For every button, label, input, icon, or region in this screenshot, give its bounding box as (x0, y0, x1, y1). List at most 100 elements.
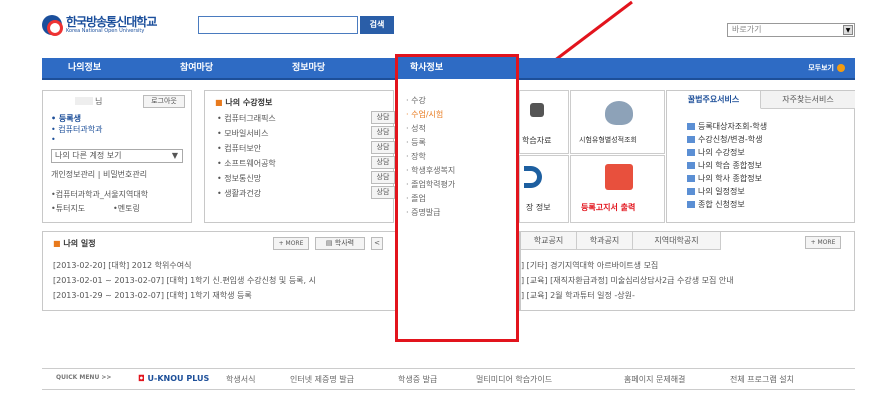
tab-region-notice[interactable]: 지역대학공지 (633, 232, 721, 250)
quick-link[interactable]: 학생증 발급 (398, 374, 437, 385)
quick-link[interactable]: 인터넷 제증명 발급 (290, 374, 354, 385)
service-item[interactable]: 등록대상자조회-학생 (687, 121, 767, 132)
service-item[interactable]: 종합 신청정보 (687, 199, 745, 210)
nav-participation[interactable]: 참여마당 (180, 58, 213, 80)
menu-label: 학생후생복지 (411, 166, 456, 175)
square-icon (687, 201, 695, 208)
service-item[interactable]: 나의 일정정보 (687, 186, 745, 197)
bullet-icon: ■ (215, 98, 223, 107)
tile-print-bill[interactable]: 등록고지서 출력 (570, 155, 665, 223)
menu-item-welfare[interactable]: · 학생후생복지 (406, 165, 455, 176)
square-icon (687, 162, 695, 169)
user-name-masked (75, 97, 93, 105)
counsel-button[interactable]: 상담 (371, 126, 395, 139)
course-item[interactable]: • 컴퓨터그래픽스 (217, 113, 276, 124)
schedule-title-label: 나의 일정 (63, 239, 96, 248)
menu-item-graduation[interactable]: · 졸업 (406, 193, 426, 204)
nav-info[interactable]: 정보마당 (292, 58, 325, 80)
menu-label: 성적 (411, 124, 426, 133)
user-name-suffix: 님 (95, 97, 103, 106)
academic-calendar-button[interactable]: ▤ 학사력 (315, 237, 365, 250)
counsel-button[interactable]: 상담 (371, 171, 395, 184)
tab-main-services[interactable]: 꿀법주요서비스 (667, 91, 761, 109)
course-name: 소프트웨어공학 (224, 159, 276, 168)
dropdown-arrow-icon: ▼ (171, 151, 178, 160)
quick-link[interactable]: 전체 프로그램 설치 (730, 374, 794, 385)
quick-link[interactable]: 홈페이지 문제해결 (624, 374, 685, 385)
tutor-label: 튜터지도 (55, 204, 86, 213)
notice-more-button[interactable]: + MORE (805, 236, 841, 249)
menu-item-certificates[interactable]: · 증명발급 (406, 207, 441, 218)
notice-item[interactable]: ] [기타] 경기지역대학 아르바이트생 모집 (521, 260, 658, 271)
course-item[interactable]: • 컴퓨터보안 (217, 143, 261, 154)
menu-item-enrollment[interactable]: · 수강 (406, 95, 426, 106)
schedule-more-button[interactable]: + MORE (273, 237, 309, 250)
nav-academic-info[interactable]: 학사정보 (398, 57, 516, 79)
counsel-button[interactable]: 상담 (371, 156, 395, 169)
goto-label: 바로가기 (732, 25, 762, 34)
service-item[interactable]: 나의 수강정보 (687, 147, 745, 158)
password-link[interactable]: 비밀번호관리 (103, 170, 147, 179)
service-item[interactable]: 나의 학습 종합정보 (687, 160, 762, 171)
tab-school-notice[interactable]: 학교공지 (521, 232, 577, 250)
tile-label: 장 정보 (526, 203, 551, 212)
tutor-link[interactable]: •튜터지도 (51, 203, 85, 214)
nav-my-info[interactable]: 나의정보 (68, 58, 101, 80)
notice-item[interactable]: ] [교육] [재직자환급과정] 미술심리상담사2급 수강생 모집 안내 (521, 275, 734, 286)
menu-label: 수강 (411, 96, 426, 105)
square-icon (687, 136, 695, 143)
schedule-item[interactable]: [2013-02-01 ~ 2013-02-07] [대학] 1학기 신.편입생… (53, 275, 316, 286)
view-all-label: 모두보기 (808, 64, 834, 72)
counsel-button[interactable]: 상담 (371, 111, 395, 124)
counsel-button[interactable]: 상담 (371, 186, 395, 199)
account-select[interactable]: 나의 다른 계정 보기 ▼ (51, 149, 183, 163)
quick-goto-select[interactable]: 바로가기 ▼ (727, 23, 855, 37)
status-value: 등록생 (58, 114, 81, 123)
schedule-item[interactable]: [2013-02-20] [대학] 2012 학위수여식 (53, 260, 191, 271)
menu-item-class-exam[interactable]: · 수업/시험 (406, 109, 443, 120)
my-courses-panel: ■ 나의 수강정보 • 컴퓨터그래픽스 • 모바일서비스 • 컴퓨터보안 • 소… (204, 90, 395, 223)
schedule-item[interactable]: [2013-01-29 ~ 2013-02-07] [대학] 1학기 재학생 등… (53, 290, 252, 301)
square-icon (687, 175, 695, 182)
quick-link[interactable]: 학생서식 (226, 374, 255, 385)
counsel-button[interactable]: 상담 (371, 141, 395, 154)
view-all-link[interactable]: 모두보기 (808, 58, 845, 80)
tab-dept-notice[interactable]: 학과공지 (577, 232, 633, 250)
headset-icon (524, 166, 542, 188)
uknou-plus-link[interactable]: ◘ U-KNOU PLUS (138, 374, 209, 383)
tile-scholarship[interactable]: 장 정보 (519, 155, 569, 223)
chevron-down-icon[interactable]: ▼ (843, 25, 853, 35)
menu-label: 증명발급 (411, 208, 441, 217)
menu-label: 등록 (411, 138, 426, 147)
search-input[interactable] (198, 16, 358, 34)
menu-label: 수업/시험 (411, 110, 444, 119)
bullet-icon: ■ (53, 239, 61, 248)
tile-label: 학습자료 (522, 136, 552, 145)
course-name: 생활과건강 (224, 189, 262, 198)
logout-button[interactable]: 로그아웃 (143, 95, 185, 108)
campus-link[interactable]: •컴퓨터과학과_서울지역대학 (51, 189, 148, 200)
course-item[interactable]: • 생활과건강 (217, 188, 261, 199)
tile-study-materials[interactable]: 학습자료 (519, 90, 569, 154)
course-item[interactable]: • 정보통신망 (217, 173, 261, 184)
course-item[interactable]: • 모바일서비스 (217, 128, 268, 139)
menu-item-scholarship[interactable]: · 장학 (406, 151, 426, 162)
tile-exam-grades[interactable]: 시험유형별성적조회 (570, 90, 665, 154)
quick-link[interactable]: 멀티미디어 학습가이드 (476, 374, 552, 385)
prev-arrow-icon[interactable]: < (371, 237, 383, 250)
course-item[interactable]: • 소프트웨어공학 (217, 158, 276, 169)
calendar-label: 학사력 (334, 239, 355, 247)
personal-info-link[interactable]: 개인정보관리 (51, 170, 95, 179)
notice-item[interactable]: ] [교육] 2월 학과튜터 일정 -상원- (521, 290, 635, 301)
university-logo[interactable]: 한국방송통신대학교 Korea National Open University (42, 14, 192, 36)
tab-frequent-services[interactable]: 자주찾는서비스 (761, 91, 855, 109)
status-text: • 등록생 (51, 114, 81, 123)
mentoring-link[interactable]: •멘토링 (113, 203, 140, 214)
course-name: 정보통신망 (224, 174, 262, 183)
search-button[interactable]: 검색 (360, 16, 394, 34)
service-item[interactable]: 나의 학사 종합정보 (687, 173, 762, 184)
menu-item-registration[interactable]: · 등록 (406, 137, 426, 148)
service-item[interactable]: 수강신청/변경-학생 (687, 134, 762, 145)
menu-item-grad-eval[interactable]: · 졸업학력평가 (406, 179, 455, 190)
menu-item-grades[interactable]: · 성적 (406, 123, 426, 134)
